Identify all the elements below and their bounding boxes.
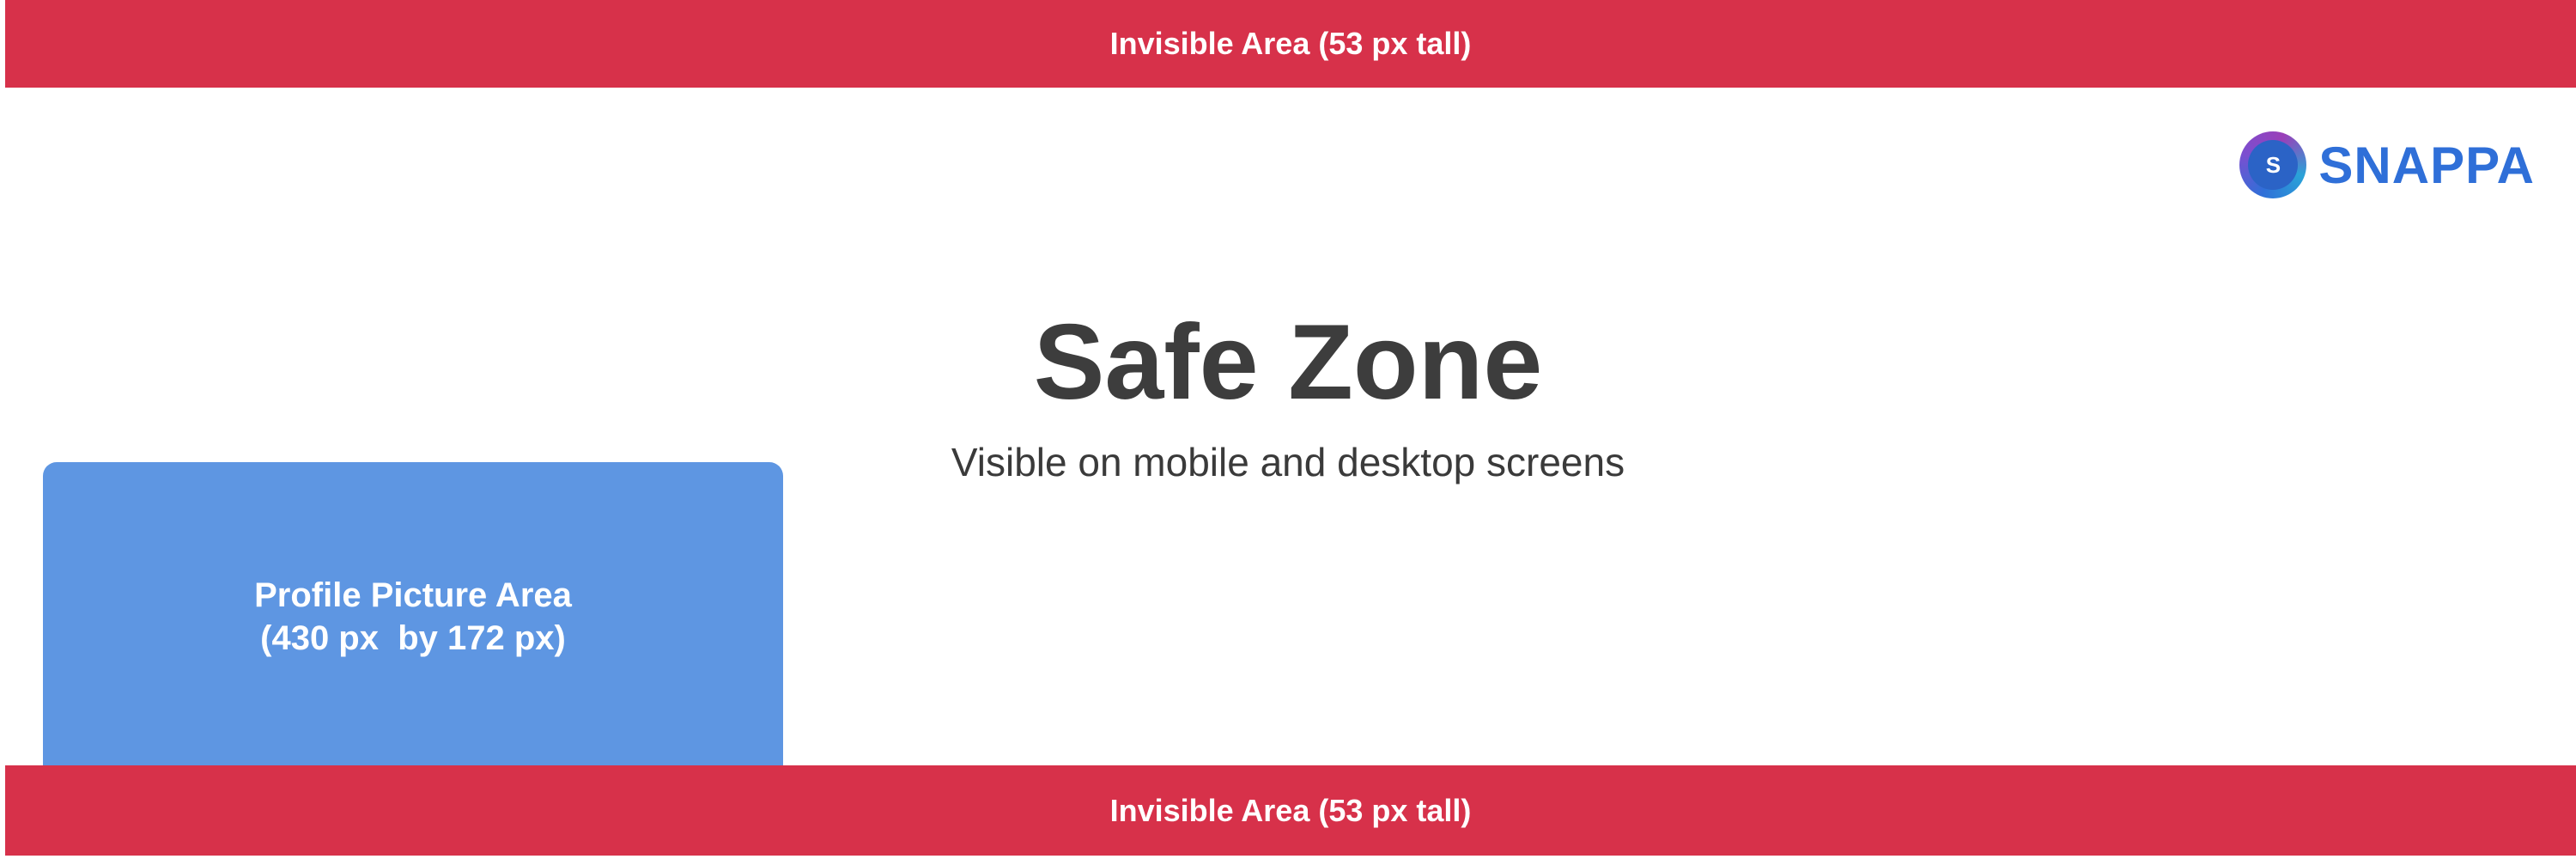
profile-picture-area: Profile Picture Area (430 px by 172 px) [43,462,783,770]
top-invisible-area-label: Invisible Area (53 px tall) [1109,26,1472,61]
profile-area-title: Profile Picture Area [254,576,572,614]
top-invisible-area: Invisible Area (53 px tall) [5,0,2576,88]
bottom-invisible-area-label: Invisible Area (53 px tall) [1109,792,1472,828]
profile-picture-area-label: Profile Picture Area (430 px by 172 px) [43,574,783,660]
bottom-invisible-area: Invisible Area (53 px tall) [5,765,2576,856]
safe-zone-title: Safe Zone [1033,303,1543,422]
profile-area-dimensions: (430 px by 172 px) [260,619,566,657]
cover-safe-zone-diagram: Invisible Area (53 px tall) S SNAPPA Saf… [0,0,2576,859]
snappa-logo: S SNAPPA [2239,131,2535,198]
snappa-logo-letter: S [2248,140,2299,190]
snappa-wordmark: SNAPPA [2318,136,2535,194]
snappa-logo-icon: S [2239,131,2307,198]
